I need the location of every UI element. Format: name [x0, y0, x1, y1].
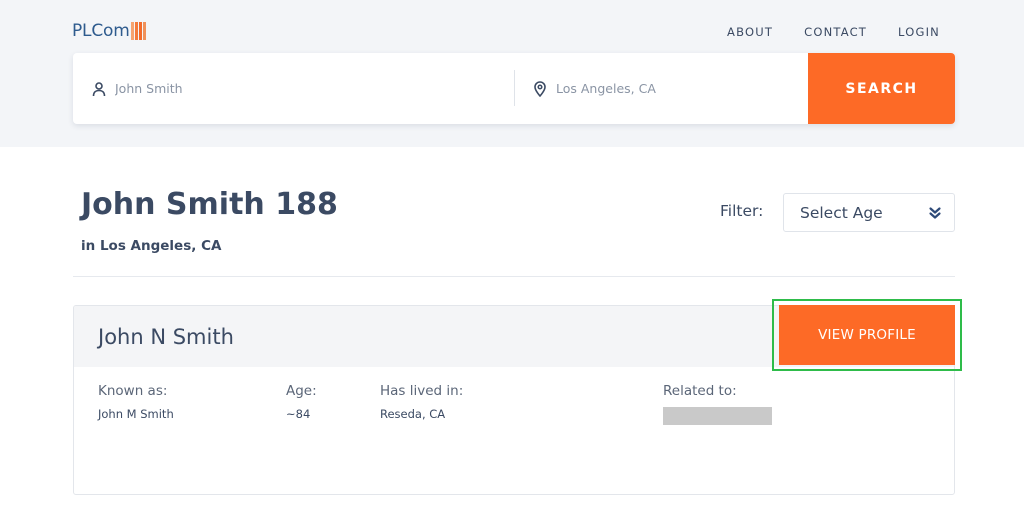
name-search-input[interactable]	[115, 81, 435, 96]
age-value: ~84	[286, 407, 311, 421]
person-icon	[92, 81, 106, 96]
lived-in-faded-line	[380, 423, 463, 436]
search-bar: SEARCH	[73, 53, 955, 124]
lived-in-column: Has lived in: Reseda, CA	[380, 383, 463, 436]
related-to-label: Related to:	[663, 383, 737, 399]
location-field[interactable]	[514, 53, 808, 124]
result-name[interactable]: John N Smith	[98, 325, 234, 349]
search-button[interactable]: SEARCH	[808, 53, 955, 124]
page-subtitle: in Los Angeles, CA	[81, 238, 222, 254]
logo-bars-icon	[130, 22, 147, 40]
name-field[interactable]	[73, 53, 514, 124]
lived-in-label: Has lived in:	[380, 383, 464, 399]
site-logo[interactable]: PLCom	[72, 20, 147, 42]
location-pin-icon	[534, 80, 546, 97]
nav-contact-link[interactable]: CONTACT	[804, 25, 867, 39]
location-search-input[interactable]	[556, 81, 808, 96]
top-nav: ABOUT CONTACT LOGIN	[727, 25, 940, 39]
double-chevron-down-icon	[929, 207, 941, 219]
logo-text: PLCom	[72, 21, 130, 41]
nav-about-link[interactable]: ABOUT	[727, 25, 773, 39]
age-filter-value: Select Age	[800, 203, 883, 222]
nav-login-link[interactable]: LOGIN	[898, 25, 940, 39]
section-divider	[73, 276, 955, 277]
related-to-column: Related to:	[663, 383, 772, 425]
redacted-related-block	[663, 407, 772, 425]
age-label: Age:	[286, 383, 317, 399]
view-profile-button[interactable]: VIEW PROFILE	[779, 305, 955, 365]
age-column: Age: ~84	[286, 383, 317, 421]
lived-in-value: Reseda, CA	[380, 407, 446, 421]
known-as-label: Known as:	[98, 383, 168, 399]
known-as-value: John M Smith	[98, 407, 174, 421]
page-title: John Smith 188	[81, 187, 338, 222]
age-filter-select[interactable]: Select Age	[783, 193, 955, 232]
known-as-column: Known as: John M Smith	[98, 383, 174, 421]
filter-label: Filter:	[720, 202, 764, 220]
